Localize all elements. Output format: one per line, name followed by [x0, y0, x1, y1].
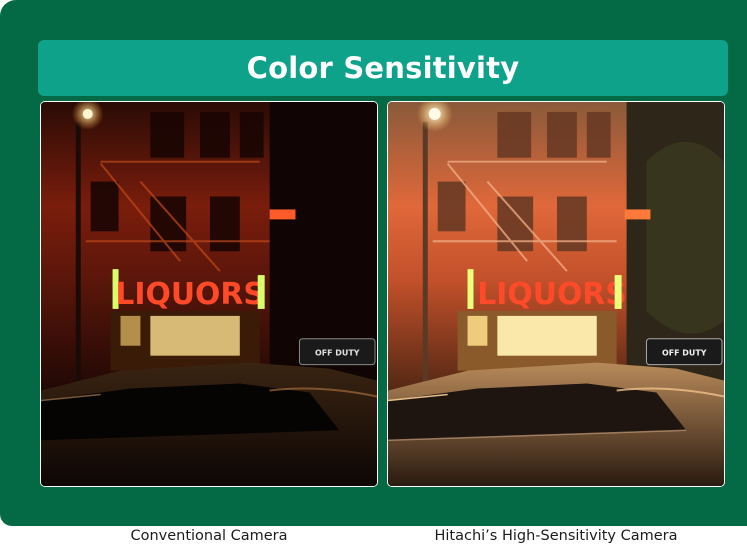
high-sensitivity-camera-photo: LIQUORS OFF DUTY: [387, 101, 725, 487]
conventional-camera-photo: LIQUORS OFF DUTY: [40, 101, 378, 487]
conventional-camera-image: LIQUORS OFF DUTY: [41, 102, 377, 486]
page-title: Color Sensitivity: [246, 51, 520, 85]
title-bar: Color Sensitivity: [38, 40, 728, 96]
high-sensitivity-camera-image: LIQUORS OFF DUTY: [388, 102, 724, 486]
taxi-sign: OFF DUTY: [315, 349, 360, 358]
liquors-sign: LIQUORS: [477, 277, 626, 312]
high-sensitivity-camera-caption: Hitachi’s High-Sensitivity Camera: [434, 528, 678, 544]
taxi-sign: OFF DUTY: [662, 349, 707, 358]
conventional-camera-caption: Conventional Camera: [130, 528, 288, 544]
liquors-sign: LIQUORS: [115, 277, 264, 312]
